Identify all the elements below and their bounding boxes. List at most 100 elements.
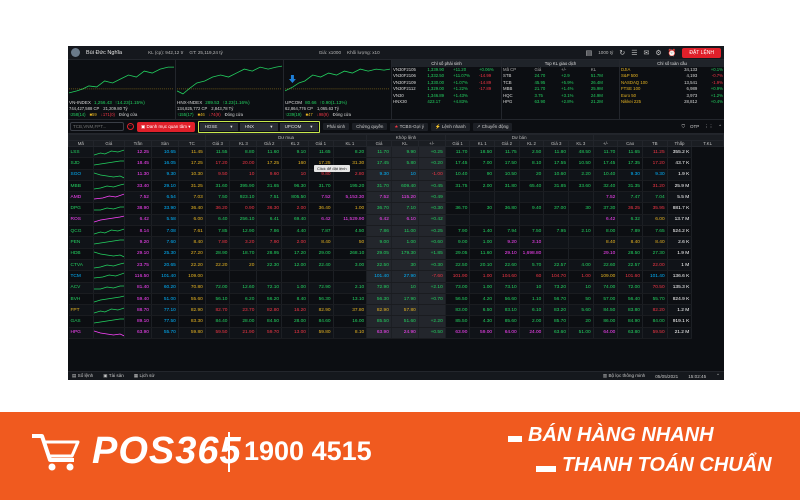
price-cell[interactable]: 6.32	[617, 214, 643, 227]
price-cell[interactable]: 18.45	[124, 157, 152, 170]
price-cell[interactable]: 73.10	[494, 282, 520, 294]
table-row[interactable]: HDB 29.10 25.30 27.20 28.90 18.70 28.95 17.20 29…	[68, 248, 724, 260]
price-cell[interactable]	[445, 191, 471, 204]
price-cell[interactable]: 2.50	[519, 146, 545, 159]
price-cell[interactable]: 1.2 M	[667, 304, 693, 317]
price-cell[interactable]: 82.80	[256, 304, 283, 317]
price-cell[interactable]: 83.00	[445, 304, 471, 317]
price-cell[interactable]: 11.25	[642, 146, 668, 159]
price-cell[interactable]: 85.50	[445, 315, 471, 328]
price-cell[interactable]: 923.10	[229, 191, 258, 204]
price-cell[interactable]: 6.10	[519, 304, 545, 317]
price-cell[interactable]: 11.55	[205, 146, 231, 159]
price-cell[interactable]: 109.00	[178, 270, 206, 283]
price-cell[interactable]: 104.60	[494, 270, 520, 283]
price-cell[interactable]: 83.20	[543, 304, 570, 317]
price-cell[interactable]: 1.00	[391, 236, 419, 249]
price-cell[interactable]: 56.30	[308, 293, 334, 306]
price-cell[interactable]: 8.20	[333, 146, 368, 159]
price-cell[interactable]	[543, 236, 570, 249]
price-cell[interactable]: 30	[469, 202, 496, 215]
chart-icon[interactable]: ▤	[586, 49, 593, 57]
price-cell[interactable]	[543, 191, 570, 204]
price-cell[interactable]: 6.00	[178, 214, 206, 227]
price-cell[interactable]: 18.70	[229, 248, 258, 260]
price-cell[interactable]: 7.10	[391, 202, 419, 215]
price-cell[interactable]: 5.70	[519, 259, 545, 272]
price-cell[interactable]: 33.60	[568, 180, 594, 193]
price-cell[interactable]: 9.30	[366, 169, 392, 181]
price-cell[interactable]: 6.42	[366, 214, 392, 227]
price-cell[interactable]: 115.20	[391, 191, 419, 204]
table-row[interactable]: SGO 11.30 9.30 10.30 9.50 10 9.60 10 9.80 2.80 9.3…	[68, 169, 724, 181]
price-cell[interactable]: 104.70	[543, 270, 570, 283]
price-cell[interactable]: 7.50	[519, 225, 545, 238]
price-cell[interactable]: +0.49	[418, 191, 446, 204]
price-cell[interactable]: 22.60	[494, 259, 520, 272]
price-cell[interactable]: 395.90	[229, 180, 258, 193]
price-cell[interactable]: 82.90	[308, 304, 334, 317]
symbol-cell[interactable]: BVH	[68, 293, 94, 306]
price-cell[interactable]: 59.00	[469, 327, 496, 340]
price-cell[interactable]: 59.40	[124, 293, 152, 306]
table-row[interactable]: LSS 12.25 10.65 11.45 11.55 8.80 11.60 9.10 11.6…	[68, 146, 724, 159]
price-cell[interactable]: 22.50	[366, 259, 392, 272]
price-cell[interactable]	[568, 191, 594, 204]
price-cell[interactable]: 64.00	[494, 327, 520, 340]
price-cell[interactable]	[543, 214, 570, 227]
price-cell[interactable]: 31.20	[642, 180, 668, 193]
table-row[interactable]: HNX30 423.17 +4.83%	[392, 99, 501, 105]
symbol-cell[interactable]: HPG	[68, 327, 94, 340]
price-cell[interactable]: 6.42	[308, 214, 334, 227]
price-cell[interactable]: 27.30	[642, 248, 668, 260]
price-cell[interactable]: 1.40	[469, 225, 496, 238]
price-cell[interactable]: 72.00	[205, 282, 231, 294]
price-cell[interactable]: 8.40	[308, 236, 334, 249]
price-cell[interactable]: 9.20	[494, 236, 520, 249]
price-cell[interactable]: 101.40	[642, 270, 668, 283]
price-cell[interactable]: 56.20	[256, 293, 283, 306]
price-cell[interactable]: 101.40	[366, 270, 392, 283]
price-cell[interactable]: 8.40	[281, 293, 309, 306]
price-cell[interactable]: +0.50	[418, 327, 446, 340]
clear-icon[interactable]: −	[127, 123, 134, 130]
price-cell[interactable]	[229, 270, 258, 283]
price-cell[interactable]: 109.00	[593, 270, 619, 283]
price-cell[interactable]: 50	[568, 293, 594, 306]
price-cell[interactable]: 56.30	[366, 293, 392, 306]
price-cell[interactable]: 63.60	[543, 327, 570, 340]
price-cell[interactable]: 16.05	[151, 157, 179, 170]
price-cell[interactable]: 1,698.80	[519, 248, 545, 260]
price-cell[interactable]: 6.41	[256, 214, 283, 227]
place-order-button[interactable]: ĐẶT LỆNH	[682, 47, 721, 58]
price-cell[interactable]: 31.70	[366, 180, 392, 193]
price-cell[interactable]: 77.50	[151, 315, 179, 328]
price-cell[interactable]: 84.90	[617, 315, 643, 328]
price-cell[interactable]: 36.70	[445, 202, 471, 215]
price-cell[interactable]: 25.30	[151, 248, 179, 260]
symbol-cell[interactable]: DPG	[68, 202, 94, 215]
price-cell[interactable]: 101.40	[151, 270, 179, 283]
price-cell[interactable]: 22.30	[256, 259, 283, 272]
price-cell[interactable]: 24.00	[519, 327, 545, 340]
price-cell[interactable]	[494, 214, 520, 227]
price-cell[interactable]: 48.50	[568, 146, 594, 159]
price-cell[interactable]: 12.90	[229, 225, 258, 238]
vnindex-chart[interactable]: VN-INDEX 1,256.43 ↑14.23(1.15%) 744,427,58…	[68, 60, 176, 120]
price-cell[interactable]: 27.90	[391, 270, 419, 283]
price-cell[interactable]: 20	[229, 259, 258, 272]
price-cell[interactable]: +0.20	[418, 157, 446, 170]
price-cell[interactable]: 6.10	[391, 214, 419, 227]
price-cell[interactable]: 36.30	[256, 202, 283, 215]
price-cell[interactable]: 59.50	[205, 327, 231, 340]
symbol-cell[interactable]: GAS	[68, 315, 94, 328]
price-cell[interactable]: 12.25	[124, 146, 152, 159]
alarm-icon[interactable]: ⏰	[668, 49, 677, 57]
assets-button[interactable]: ▣ Tài sản	[103, 373, 124, 379]
price-cell[interactable]: 63.80	[617, 327, 643, 340]
price-cell[interactable]: 29.10	[151, 180, 179, 193]
price-cell[interactable]: 7.04	[642, 191, 668, 204]
price-cell[interactable]: 6.54	[151, 191, 179, 204]
price-cell[interactable]: +0.30	[418, 259, 446, 272]
price-cell[interactable]: 16.00	[333, 315, 368, 328]
